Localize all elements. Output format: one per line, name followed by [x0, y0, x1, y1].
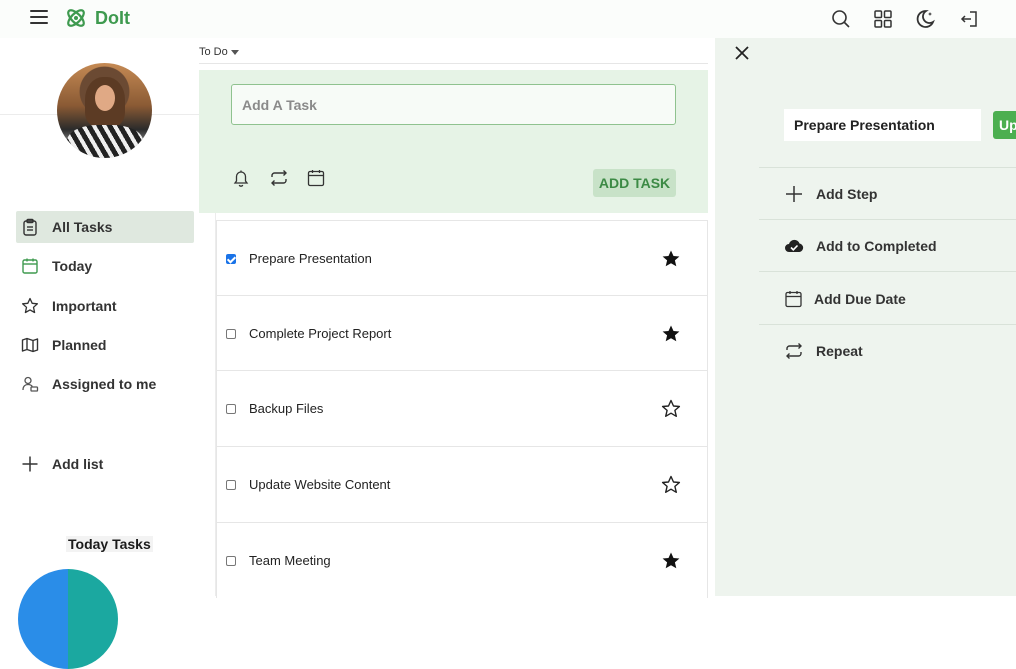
update-button[interactable]: Update [993, 111, 1016, 139]
task-checkbox[interactable] [226, 556, 236, 566]
cloud-check-icon [784, 236, 804, 256]
task-name-field[interactable] [784, 109, 981, 141]
star-outline-icon[interactable] [661, 399, 681, 419]
theme-toggle-icon[interactable] [914, 8, 936, 30]
divider [199, 63, 708, 64]
action-label: Add Step [816, 186, 878, 202]
sidebar-item-today[interactable]: Today [16, 250, 194, 282]
action-label: Repeat [816, 343, 863, 359]
avatar[interactable] [57, 63, 152, 158]
calendar-icon [784, 289, 804, 309]
action-label: Add to Completed [816, 238, 937, 254]
task-checkbox[interactable] [226, 254, 236, 264]
add-list-label: Add list [52, 456, 104, 472]
grid-icon[interactable] [872, 8, 894, 30]
sidebar-item-label: Today [52, 258, 93, 274]
list-title-label: To Do [199, 46, 228, 58]
sidebar-item-label: Important [52, 298, 117, 314]
task-checkbox[interactable] [226, 480, 236, 490]
add-task-button[interactable]: ADD TASK [593, 169, 676, 197]
star-filled-icon[interactable] [661, 324, 681, 344]
star-outline-icon[interactable] [661, 475, 681, 495]
action-label: Add Due Date [814, 291, 906, 307]
divider [759, 219, 1016, 220]
logo-icon [64, 6, 88, 30]
sidebar-item-all-tasks[interactable]: All Tasks [16, 211, 194, 243]
logout-icon[interactable] [958, 8, 980, 30]
divider [759, 324, 1016, 325]
task-row[interactable]: Backup Files [216, 370, 708, 446]
close-icon[interactable] [733, 44, 751, 62]
repeat-icon [784, 341, 804, 361]
add-step-button[interactable]: Add Step [784, 180, 1004, 208]
sidebar-item-label: Assigned to me [52, 376, 157, 392]
caret-down-icon [230, 49, 239, 55]
sidebar-item-planned[interactable]: Planned [16, 329, 194, 361]
task-row[interactable]: Complete Project Report [216, 295, 708, 371]
task-checkbox[interactable] [226, 404, 236, 414]
task-name: Update Website Content [249, 477, 391, 492]
bell-icon[interactable] [231, 168, 251, 188]
today-tasks-pie-chart [18, 569, 118, 669]
top-bar [0, 0, 1016, 38]
app-name: DoIt [95, 8, 130, 28]
repeat-button[interactable]: Repeat [784, 337, 1004, 365]
today-tasks-title: Today Tasks [66, 536, 153, 552]
task-row[interactable]: Team Meeting [216, 522, 708, 598]
clipboard-icon [20, 217, 40, 237]
calendar-icon [20, 256, 40, 276]
calendar-icon[interactable] [306, 168, 326, 188]
add-list-button[interactable]: Add list [16, 448, 194, 480]
list-title-dropdown[interactable]: To Do [199, 46, 239, 58]
assigned-icon [20, 374, 40, 394]
task-row[interactable]: Update Website Content [216, 446, 708, 522]
search-icon[interactable] [830, 8, 852, 30]
star-icon [20, 296, 40, 316]
task-name: Team Meeting [249, 553, 331, 568]
task-name: Backup Files [249, 401, 324, 416]
sidebar-item-important[interactable]: Important [16, 290, 194, 322]
add-due-date-button[interactable]: Add Due Date [784, 285, 1004, 313]
divider [759, 271, 1016, 272]
task-checkbox[interactable] [226, 329, 236, 339]
plus-icon [784, 184, 804, 204]
menu-icon[interactable] [30, 10, 48, 26]
sidebar-item-label: Planned [52, 337, 107, 353]
plus-icon [20, 454, 40, 474]
add-task-input[interactable] [231, 84, 676, 125]
map-icon [20, 335, 40, 355]
add-to-completed-button[interactable]: Add to Completed [784, 232, 1004, 260]
sidebar-item-label: All Tasks [52, 219, 113, 235]
star-filled-icon[interactable] [661, 551, 681, 571]
sidebar-item-assigned[interactable]: Assigned to me [16, 368, 194, 400]
star-filled-icon[interactable] [661, 249, 681, 269]
task-name: Prepare Presentation [249, 251, 372, 266]
repeat-icon[interactable] [269, 168, 289, 188]
divider [759, 167, 1016, 168]
task-name: Complete Project Report [249, 326, 392, 341]
task-row[interactable]: Prepare Presentation [216, 220, 708, 296]
